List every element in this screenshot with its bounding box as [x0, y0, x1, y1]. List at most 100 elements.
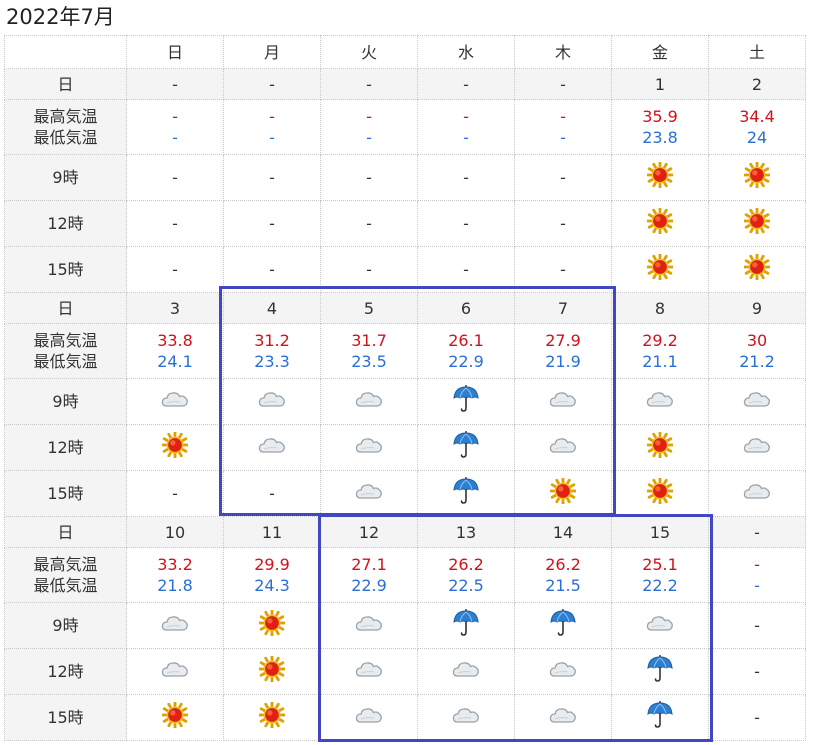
row-label-h12: 12時: [4, 200, 127, 247]
high-temp: 31.7: [351, 331, 387, 350]
weather-cell: [514, 602, 612, 649]
high-temp: 29.9: [254, 555, 290, 574]
label-high: 最高気温: [33, 107, 98, 126]
row-label-h12: 12時: [4, 648, 127, 695]
cloud-icon: [742, 388, 772, 415]
sun-icon: [646, 477, 674, 509]
date-cell: 6: [417, 292, 515, 324]
low-temp: 23.3: [254, 352, 290, 371]
weather-cell: -: [708, 648, 806, 695]
row-label-temperature: 最高気温 最低気温: [4, 547, 127, 603]
sun-icon: [646, 431, 674, 463]
row-label-date: 日: [4, 516, 127, 548]
weather-cell: [611, 424, 709, 471]
weather-cell: -: [126, 246, 224, 293]
sun-icon: [646, 207, 674, 239]
temperature-cell: 35.9 23.8: [611, 99, 709, 155]
weather-cell: [320, 470, 418, 517]
temperature-cell: 29.2 21.1: [611, 323, 709, 379]
date-cell: 1: [611, 68, 709, 100]
low-temp: -: [172, 128, 178, 147]
cloud-icon: [257, 388, 287, 415]
label-high: 最高気温: [33, 555, 98, 574]
low-temp: 22.5: [448, 576, 484, 595]
low-temp: 22.9: [351, 576, 387, 595]
row-label-h9: 9時: [4, 378, 127, 425]
label-low: 最低気温: [33, 576, 98, 595]
cloud-icon: [354, 434, 384, 461]
weather-cell: [611, 694, 709, 741]
weekday-header: 月: [223, 35, 321, 69]
low-temp: 23.5: [351, 352, 387, 371]
weather-cell: [708, 470, 806, 517]
row-label-temperature: 最高気温 最低気温: [4, 323, 127, 379]
high-temp: 25.1: [642, 555, 678, 574]
date-cell: -: [223, 68, 321, 100]
low-temp: -: [560, 128, 566, 147]
sun-icon: [646, 253, 674, 285]
umbrella-icon: [549, 608, 577, 643]
date-cell: 12: [320, 516, 418, 548]
weather-cell: [223, 424, 321, 471]
temperature-cell: --: [514, 99, 612, 155]
weather-cell: -: [320, 200, 418, 247]
cloud-icon: [742, 434, 772, 461]
weekday-header: 火: [320, 35, 418, 69]
sun-icon: [258, 655, 286, 687]
umbrella-icon: [646, 700, 674, 735]
weather-cell: [320, 694, 418, 741]
date-cell: 7: [514, 292, 612, 324]
umbrella-icon: [452, 430, 480, 465]
cloud-icon: [257, 434, 287, 461]
cloud-icon: [354, 388, 384, 415]
low-temp: 23.8: [642, 128, 678, 147]
cloud-icon: [451, 704, 481, 731]
weather-cell: [417, 424, 515, 471]
umbrella-icon: [646, 654, 674, 689]
cloud-icon: [354, 704, 384, 731]
low-temp: -: [754, 576, 760, 595]
weather-cell: [611, 648, 709, 695]
cloud-icon: [548, 658, 578, 685]
weather-cell: -: [708, 694, 806, 741]
cloud-icon: [548, 704, 578, 731]
low-temp: 24.1: [157, 352, 193, 371]
weather-cell: -: [320, 154, 418, 201]
weather-cell: [514, 378, 612, 425]
row-label-temperature: 最高気温 最低気温: [4, 99, 127, 155]
weather-cell: [126, 378, 224, 425]
weather-cell: -: [223, 246, 321, 293]
high-temp: 31.2: [254, 331, 290, 350]
weather-cell: [126, 424, 224, 471]
weather-cell: [417, 602, 515, 649]
weather-calendar-table: 日月火水木金土日 - - - - -1 2 最高気温 最低気温 - - - - - - - - - -35.9 23.…: [4, 35, 806, 741]
sun-icon: [743, 161, 771, 193]
low-temp: 21.8: [157, 576, 193, 595]
date-cell: 4: [223, 292, 321, 324]
cloud-icon: [451, 658, 481, 685]
temperature-cell: 29.9 24.3: [223, 547, 321, 603]
low-temp: 21.5: [545, 576, 581, 595]
weather-row-h12: 12時 - - - - -: [4, 200, 806, 247]
weather-row-h9: 9時: [4, 378, 806, 425]
weekday-header: 日: [126, 35, 224, 69]
weather-cell: [320, 648, 418, 695]
cloud-icon: [548, 434, 578, 461]
temperature-cell: 26.1 22.9: [417, 323, 515, 379]
temperature-cell: 25.1 22.2: [611, 547, 709, 603]
weather-cell: -: [514, 246, 612, 293]
high-temp: -: [560, 107, 566, 126]
weather-cell: [708, 424, 806, 471]
high-temp: 29.2: [642, 331, 678, 350]
row-label-date: 日: [4, 292, 127, 324]
sun-icon: [161, 701, 189, 733]
date-cell: 13: [417, 516, 515, 548]
label-high: 最高気温: [33, 331, 98, 350]
date-cell: -: [708, 516, 806, 548]
high-temp: 33.8: [157, 331, 193, 350]
low-temp: 21.1: [642, 352, 678, 371]
sun-icon: [258, 701, 286, 733]
date-cell: 2: [708, 68, 806, 100]
date-cell: -: [126, 68, 224, 100]
high-temp: -: [172, 107, 178, 126]
